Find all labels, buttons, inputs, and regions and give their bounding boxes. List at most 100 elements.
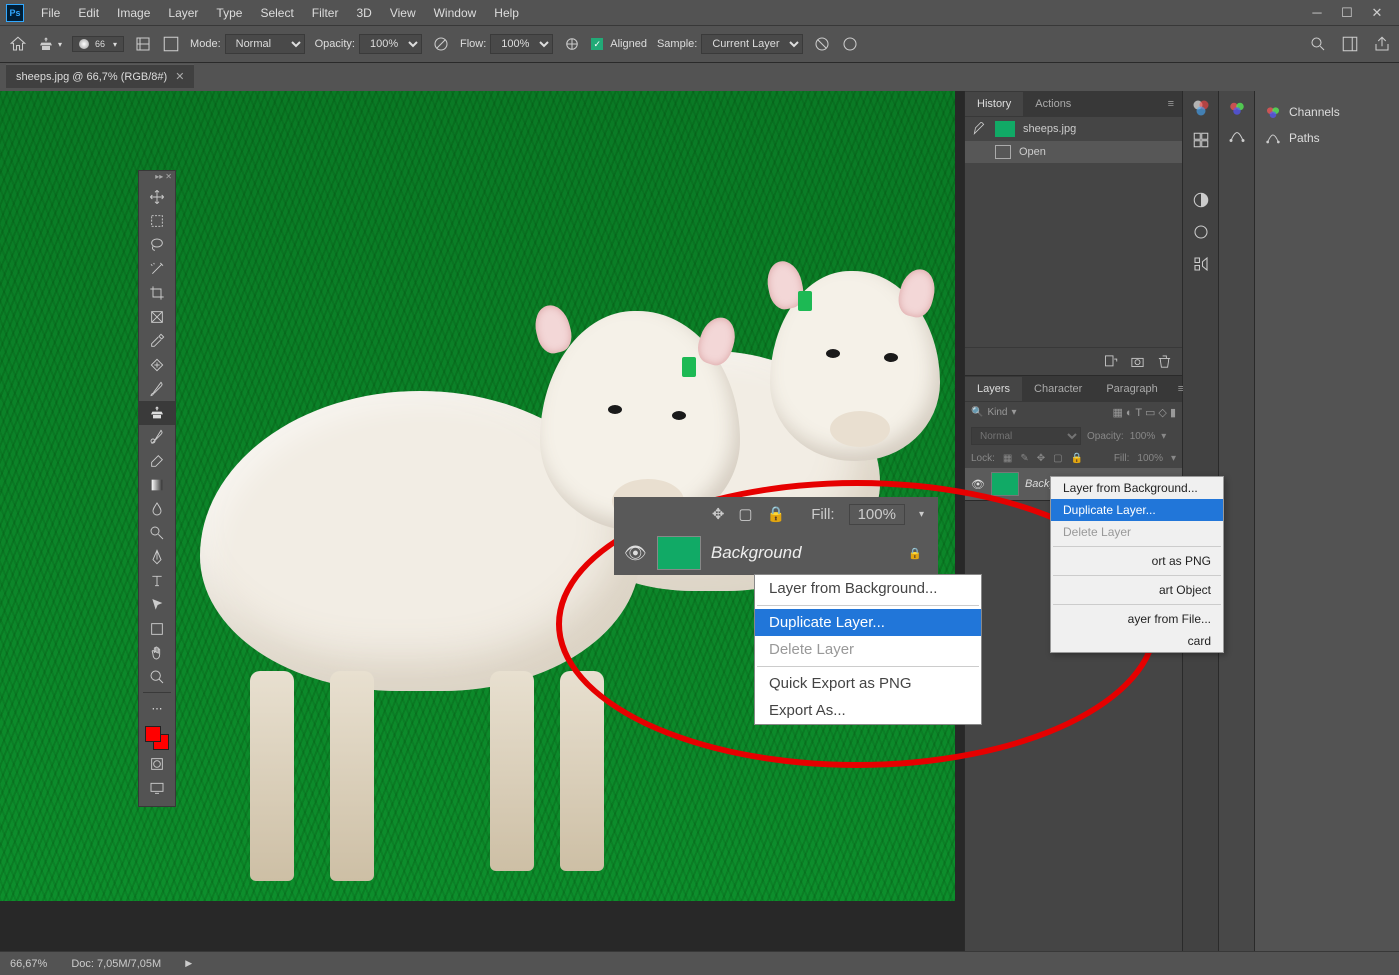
history-brush-tool[interactable] [139,425,175,449]
pressure-size-icon[interactable] [841,35,859,53]
ignore-adjustments-icon[interactable] [813,35,831,53]
tab-character[interactable]: Character [1022,377,1094,401]
menu-edit[interactable]: Edit [69,2,108,24]
history-step-open[interactable]: Open [965,141,1182,163]
channels-panel-button[interactable]: Channels [1255,99,1399,125]
workspace-icon[interactable] [1341,35,1359,53]
zoom-tool[interactable] [139,665,175,689]
styles-icon[interactable] [1192,223,1210,241]
ctx-duplicate-layer[interactable]: Duplicate Layer... [755,609,981,636]
path-select-tool[interactable] [139,593,175,617]
ctx-duplicate-layer[interactable]: Duplicate Layer... [1051,499,1223,521]
magic-wand-tool[interactable] [139,257,175,281]
menu-image[interactable]: Image [108,2,159,24]
aligned-checkbox[interactable]: ✓Aligned [591,38,647,50]
panel-menu-icon[interactable]: ≡ [1160,98,1182,110]
ctx-replace-layer[interactable]: ayer from File... [1051,608,1223,630]
hand-tool[interactable] [139,641,175,665]
ctx-export-as[interactable]: Export As... [755,697,981,724]
sample-select[interactable]: Current Layer [701,34,803,54]
document-tab[interactable]: sheeps.jpg @ 66,7% (RGB/8#) ✕ [6,64,194,88]
visibility-icon[interactable]: 👁 [624,543,647,564]
tab-layers[interactable]: Layers [965,377,1022,401]
blur-tool[interactable] [139,497,175,521]
paths-panel-button[interactable]: Paths [1255,125,1399,151]
airbrush-icon[interactable] [563,35,581,53]
marquee-tool[interactable] [139,209,175,233]
zoom-level[interactable]: 66,67% [10,958,47,970]
eraser-tool[interactable] [139,449,175,473]
ctx-smart-object[interactable]: art Object [1051,579,1223,601]
brush-panel-icon[interactable] [134,35,152,53]
foreground-color[interactable] [145,726,161,742]
ctx-discard[interactable]: card [1051,630,1223,652]
trash-icon[interactable] [1157,354,1172,369]
window-maximize[interactable]: ☐ [1341,5,1353,21]
close-tab-icon[interactable]: ✕ [175,70,184,83]
color-icon[interactable] [1192,99,1210,117]
libraries-icon[interactable] [1192,255,1210,273]
channels-mini-icon[interactable] [1228,99,1246,117]
menu-help[interactable]: Help [485,2,528,24]
healing-tool[interactable] [139,353,175,377]
menu-window[interactable]: Window [425,2,486,24]
history-snapshot[interactable]: sheeps.jpg [965,117,1182,141]
pen-tool[interactable] [139,545,175,569]
ctx-layer-from-background[interactable]: Layer from Background... [755,575,981,602]
ctx-layer-from-background[interactable]: Layer from Background... [1051,477,1223,499]
doc-size[interactable]: Doc: 7,05M/7,05M [71,958,161,970]
snapshot-icon[interactable] [1130,354,1145,369]
new-document-icon[interactable] [1103,354,1118,369]
tab-actions[interactable]: Actions [1023,92,1083,116]
crop-tool[interactable] [139,281,175,305]
share-icon[interactable] [1373,35,1391,53]
swatches-icon[interactable] [1192,131,1210,149]
brush-picker[interactable]: ▾ [38,36,62,52]
layer-filter-bar[interactable]: 🔍 Kind ▾ ▦ ◐ T ▭ ◇ ▮ [965,402,1182,423]
lasso-tool[interactable] [139,233,175,257]
visibility-icon[interactable]: 👁 [971,478,985,491]
ctx-quick-export[interactable]: Quick Export as PNG [755,670,981,697]
lock-artboard-icon[interactable]: ▢ [1053,453,1062,464]
layer-blend-select[interactable]: Normal [971,427,1081,445]
paths-mini-icon[interactable] [1228,127,1246,145]
menu-filter[interactable]: Filter [303,2,348,24]
shape-tool[interactable] [139,617,175,641]
lock-transparency-icon[interactable]: ▦ [1003,453,1012,464]
edit-toolbar[interactable]: ⋯ [139,696,175,720]
home-icon[interactable] [8,35,28,53]
close-icon[interactable]: ✕ [165,172,172,184]
blend-mode-select[interactable]: Normal [225,34,305,54]
lock-paint-icon[interactable]: ✎ [1020,453,1028,464]
pressure-opacity-icon[interactable] [432,35,450,53]
clone-source-icon[interactable] [162,35,180,53]
quickmask-tool[interactable] [139,752,175,776]
eyedropper-tool[interactable] [139,329,175,353]
screenmode-tool[interactable] [139,776,175,800]
menu-layer[interactable]: Layer [159,2,207,24]
type-tool[interactable] [139,569,175,593]
lock-all-icon[interactable]: 🔒 [1071,453,1083,464]
menu-view[interactable]: View [381,2,425,24]
tab-paragraph[interactable]: Paragraph [1094,377,1169,401]
color-swatches[interactable] [143,724,171,752]
dodge-tool[interactable] [139,521,175,545]
gradient-tool[interactable] [139,473,175,497]
ctx-quick-export[interactable]: ort as PNG [1051,550,1223,572]
menu-select[interactable]: Select [251,2,302,24]
clone-stamp-tool[interactable] [139,401,175,425]
collapse-icon[interactable]: ▸▸ [155,172,163,184]
opacity-select[interactable]: 100% [359,34,422,54]
brush-tool[interactable] [139,377,175,401]
frame-tool[interactable] [139,305,175,329]
adjustments-icon[interactable] [1192,191,1210,209]
window-minimize[interactable]: ─ [1311,5,1323,21]
move-tool[interactable] [139,185,175,209]
zoom-layer-row[interactable]: 👁 Background 🔒 [614,531,938,575]
search-icon[interactable] [1309,35,1327,53]
flow-select[interactable]: 100% [490,34,553,54]
lock-position-icon[interactable]: ✥ [1037,453,1045,464]
window-close[interactable]: ✕ [1371,5,1383,21]
tab-history[interactable]: History [965,92,1023,116]
menu-type[interactable]: Type [207,2,251,24]
